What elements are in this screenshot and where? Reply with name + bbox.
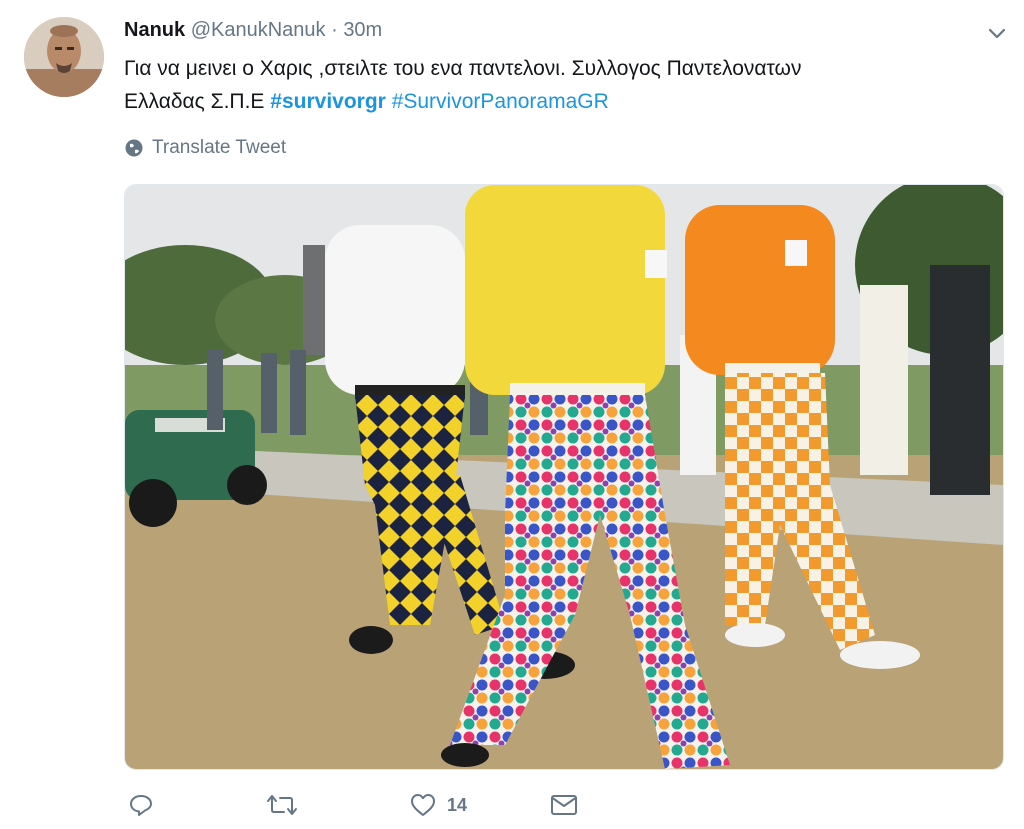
hashtag-survivorgr[interactable]: #survivorgr [270,90,386,113]
reply-icon [130,795,152,816]
heart-icon [411,794,435,816]
reply-button[interactable] [128,792,154,818]
author-name[interactable]: Nanuk [124,19,185,41]
retweet-icon [267,795,297,815]
tweet-actions: 14 [124,792,724,826]
tweet-text-line-2: Ελλαδας Σ.Π.Ε #survivorgr #SurvivorPanor… [124,85,984,118]
envelope-icon [551,795,577,815]
photo-golf-trousers [125,185,1003,769]
tweet-photo[interactable] [124,184,1004,770]
translate-label: Translate Tweet [152,137,287,158]
tweet-header: Nanuk @KanukNanuk · 30m [124,18,382,42]
like-button[interactable]: 14 [409,792,467,818]
globe-icon [125,139,143,157]
direct-message-button[interactable] [549,792,579,818]
translate-tweet-link[interactable]: Translate Tweet [124,137,286,159]
tweet-text-line-1: Για να μεινει ο Χαρις ,στειλτε του ενα π… [124,57,802,80]
hashtag-survivorpanoramagr[interactable]: #SurvivorPanoramaGR [392,90,609,113]
retweet-button[interactable] [266,792,298,818]
separator-dot: · [331,19,338,41]
avatar-image [24,17,104,97]
author-handle[interactable]: @KanukNanuk [191,19,326,41]
tweet-text: Για να μεινει ο Χαρις ,στειλτε του ενα π… [124,52,984,118]
tweet-text-line-2-prefix: Ελλαδας Σ.Π.Ε [124,90,271,113]
chevron-down-icon[interactable] [986,22,1008,44]
like-count: 14 [447,794,468,815]
avatar[interactable] [24,17,104,97]
tweet-timestamp[interactable]: 30m [343,19,382,41]
